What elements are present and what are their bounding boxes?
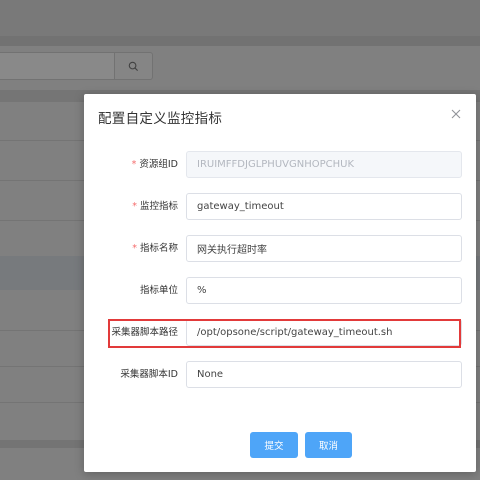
metric-name-input[interactable] [186,235,462,262]
form-row-metric: * 监控指标 [84,193,476,221]
collector-script-path-input[interactable] [186,319,462,346]
form-row-metric-unit: 指标单位 [84,277,476,305]
submit-button[interactable]: 提交 [250,432,298,458]
close-button[interactable] [448,106,464,122]
collector-script-path-label: 采集器脚本路径 [111,327,178,338]
metric-name-label: * 指标名称 [132,243,178,254]
form-row-resource-group-id: * 资源组ID [84,151,476,179]
resource-group-id-input[interactable] [186,151,462,178]
metric-unit-input[interactable] [186,277,462,304]
collector-script-id-input[interactable] [186,361,462,388]
form-row-collector-script-id: 采集器脚本ID [84,361,476,389]
cancel-button[interactable]: 取消 [305,432,352,458]
required-mark: * [132,201,137,212]
config-metric-dialog: 配置自定义监控指标 *资源组ID *监控指标 *指标名称 指标单位 采集器脚本路… [84,94,476,472]
metric-input[interactable] [186,193,462,220]
form-row-collector-script-path: 采集器脚本路径 [84,319,476,347]
metric-label: * 监控指标 [132,201,178,212]
required-mark: * [132,243,137,254]
required-mark: * [131,159,137,170]
resource-group-id-label: * 资源组ID [131,159,178,170]
metric-unit-label: 指标单位 [139,285,178,296]
form-row-metric-name: * 指标名称 [84,235,476,263]
close-icon [451,109,461,119]
dialog-title: 配置自定义监控指标 [98,111,223,127]
collector-script-id-label: 采集器脚本ID [120,369,178,380]
